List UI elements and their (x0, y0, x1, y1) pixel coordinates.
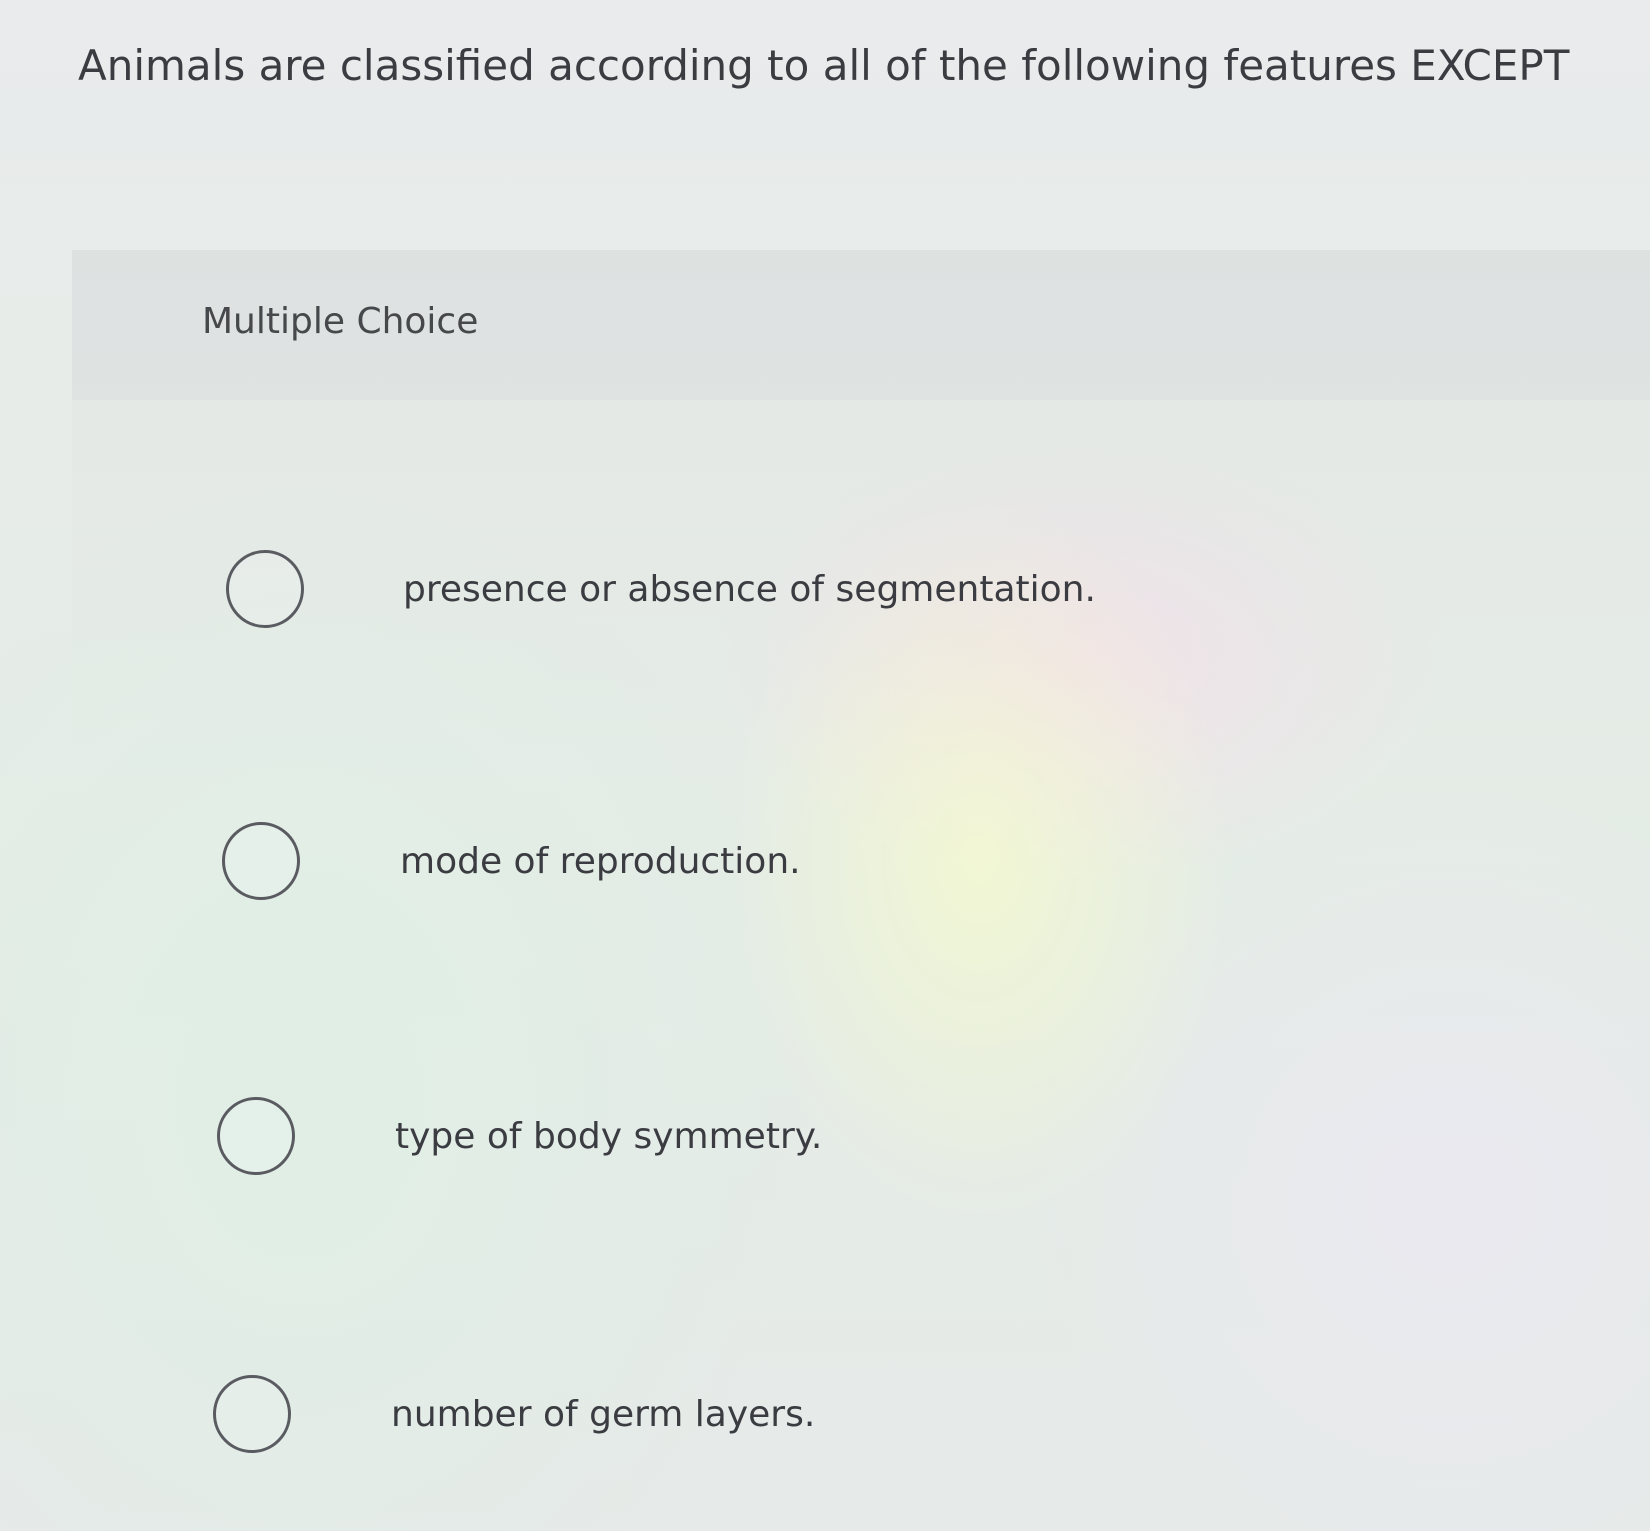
radio-button-1[interactable] (226, 550, 304, 628)
option-label-4[interactable]: number of germ layers. (391, 1391, 815, 1439)
option-row-2[interactable]: mode of reproduction. (0, 822, 1650, 922)
option-label-1[interactable]: presence or absence of segmentation. (403, 566, 1096, 614)
question-type-label: Multiple Choice (202, 301, 479, 342)
radio-button-2[interactable] (222, 822, 300, 900)
radio-button-3[interactable] (217, 1097, 295, 1175)
option-label-3[interactable]: type of body symmetry. (395, 1113, 822, 1161)
option-label-2[interactable]: mode of reproduction. (400, 838, 801, 886)
option-row-3[interactable]: type of body symmetry. (0, 1097, 1650, 1197)
radio-button-4[interactable] (213, 1375, 291, 1453)
question-text: Animals are classified according to all … (78, 41, 1570, 90)
option-row-1[interactable]: presence or absence of segmentation. (0, 550, 1650, 650)
option-row-4[interactable]: number of germ layers. (0, 1375, 1650, 1475)
